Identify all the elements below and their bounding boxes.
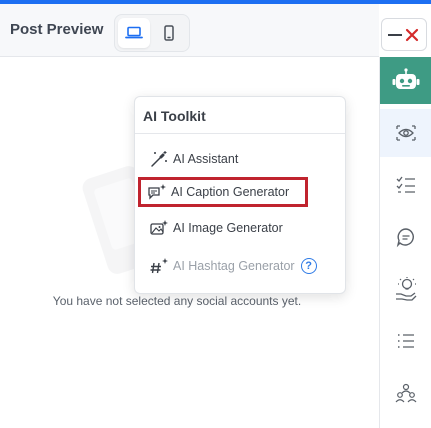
ai-hashtag-generator-menu-item[interactable]: AI Hashtag Generator ?: [143, 251, 339, 281]
ai-caption-generator-menu-item[interactable]: AI Caption Generator: [138, 177, 308, 207]
ai-image-generator-menu-item[interactable]: AI Image Generator: [143, 213, 339, 243]
checklist-icon: [396, 176, 415, 193]
sidebar-item-ai-robot[interactable]: [380, 57, 431, 104]
image-sparkle-icon: [143, 213, 173, 243]
empty-state-message: You have not selected any social account…: [52, 294, 302, 308]
mobile-phone-icon: [164, 25, 174, 41]
laptop-icon: [125, 26, 143, 39]
menu-item-label: AI Assistant: [173, 152, 239, 166]
menu-item-label: AI Hashtag Generator: [173, 259, 295, 273]
team-icon: [395, 383, 417, 403]
ai-assistant-menu-item[interactable]: AI Assistant: [143, 144, 339, 174]
sidebar-item-list[interactable]: [380, 317, 431, 365]
ai-toolkit-title: AI Toolkit: [143, 108, 206, 124]
close-icon: [405, 28, 419, 41]
desktop-view-button[interactable]: [118, 18, 150, 48]
hashtag-sparkle-icon: [143, 251, 173, 281]
ai-toolkit-popup: AI Toolkit AI Assistant AI Caption Gener…: [134, 96, 346, 294]
robot-icon: [392, 67, 420, 89]
divider: [135, 133, 345, 134]
eye-icon: [396, 125, 416, 141]
help-icon[interactable]: ?: [300, 258, 317, 274]
sidebar-item-checklist[interactable]: [380, 161, 431, 209]
page-title: Post Preview: [10, 21, 104, 38]
right-sidebar: [379, 57, 431, 428]
magic-wand-icon: [143, 144, 173, 174]
sidebar-item-preview[interactable]: [380, 109, 431, 157]
preview-header: Post Preview: [0, 4, 427, 57]
mobile-view-button[interactable]: [153, 18, 185, 48]
caption-sparkle-icon: [141, 177, 171, 207]
list-icon: [398, 334, 414, 348]
sidebar-item-team[interactable]: [380, 369, 431, 417]
lightbulb-hand-icon: [396, 277, 417, 301]
sidebar-item-comments[interactable]: [380, 213, 431, 261]
menu-item-label: AI Caption Generator: [171, 185, 290, 199]
device-toggle: [114, 14, 190, 52]
menu-item-label: AI Image Generator: [173, 221, 283, 235]
sidebar-item-ideas[interactable]: [380, 265, 431, 313]
minimize-icon: [388, 33, 402, 36]
close-button[interactable]: [381, 18, 427, 51]
chat-bubble-icon: [396, 228, 414, 248]
